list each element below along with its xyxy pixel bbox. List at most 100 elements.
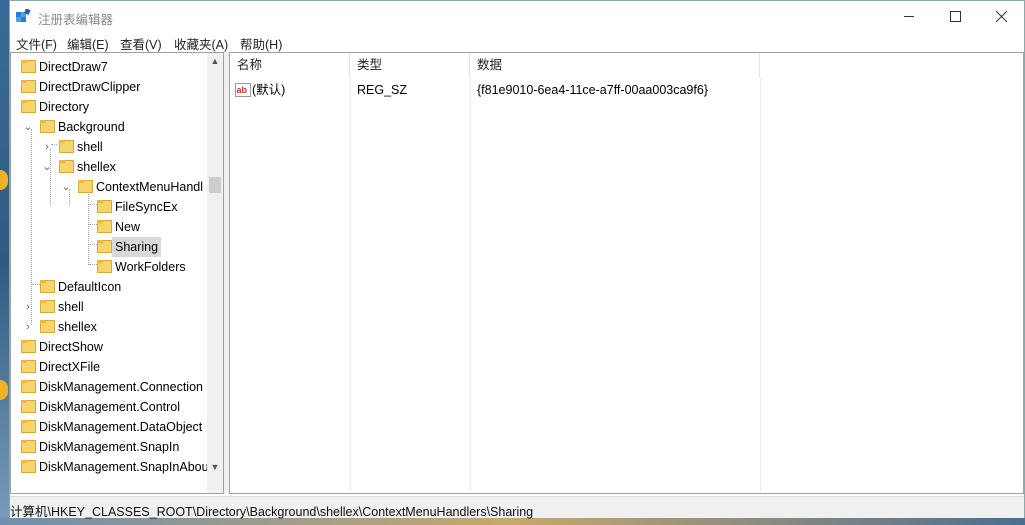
tree-node-label: DiskManagement.SnapInAbout (39, 460, 213, 474)
close-button[interactable] (978, 1, 1024, 31)
tree-node[interactable]: ⌄ ContextMenuHandl (11, 177, 207, 197)
desktop-background (0, 0, 9, 525)
chevron-down-icon[interactable]: ⌄ (41, 157, 53, 177)
folder-icon (97, 260, 112, 274)
tree-node-label: DiskManagement.Control (39, 400, 181, 414)
tree-node[interactable]: DiskManagement.Connection (11, 377, 207, 397)
folder-icon (21, 420, 36, 434)
tree-node[interactable]: › shell (11, 297, 207, 317)
tree-node-label: DiskManagement.SnapIn (39, 440, 180, 454)
minimize-button[interactable] (886, 1, 932, 31)
menu-edit[interactable]: 编辑(E) (67, 34, 109, 53)
menu-help[interactable]: 帮助(H) (240, 34, 282, 53)
folder-icon (21, 60, 36, 74)
menu-bar: 文件(F) 编辑(E) 查看(V) 收藏夹(A) 帮助(H) (10, 31, 1024, 53)
registry-editor-app-icon (16, 9, 31, 22)
chevron-right-icon[interactable]: › (22, 317, 34, 337)
column-header-type[interactable]: 类型 (350, 53, 470, 78)
tree-node-label: DirectShow (39, 340, 103, 354)
chevron-down-icon[interactable]: ⌄ (22, 117, 34, 137)
tree-node[interactable]: ⌄ Background (11, 117, 207, 137)
folder-icon (21, 400, 36, 414)
tree-node[interactable]: DirectXFile (11, 357, 207, 377)
menu-favorites[interactable]: 收藏夹(A) (174, 34, 228, 53)
tree-node-label: DefaultIcon (58, 280, 122, 294)
chevron-down-icon[interactable]: ⌄ (60, 177, 72, 197)
tree-node[interactable]: DiskManagement.SnapIn (11, 437, 207, 457)
tree-node-label: ContextMenuHandl (96, 180, 204, 194)
folder-icon (40, 320, 55, 334)
tree-node[interactable]: DiskManagement.SnapInAbout (11, 457, 212, 477)
tree-node[interactable]: DirectDraw7 (11, 57, 207, 77)
registry-values-list[interactable]: 名称 类型 数据 ab (默认) REG_SZ {f81e9010-6ea4-1… (229, 52, 1024, 494)
tree-node-label: DirectDrawClipper (39, 80, 141, 94)
tree-node-label: shell (58, 300, 84, 314)
column-header-name[interactable]: 名称 (230, 53, 350, 78)
tree-node[interactable]: DirectShow (11, 337, 207, 357)
tree-node-label: FileSyncEx (115, 200, 178, 214)
tree-node[interactable]: Sharing (11, 237, 207, 257)
folder-icon (59, 160, 74, 174)
folder-icon (40, 280, 55, 294)
tree-node-label: Sharing (112, 237, 162, 257)
string-value-icon: ab (235, 83, 251, 103)
tree-node[interactable]: DefaultIcon (11, 277, 207, 297)
tree-node[interactable]: FileSyncEx (11, 197, 207, 217)
scroll-thumb[interactable] (209, 177, 221, 193)
folder-icon (21, 80, 36, 94)
tree-node[interactable]: New (11, 217, 207, 237)
tree-node-label: DiskManagement.DataObject (39, 420, 203, 434)
svg-text:ab: ab (237, 85, 248, 95)
chevron-right-icon[interactable]: › (41, 137, 53, 157)
tree-node[interactable]: WorkFolders (11, 257, 207, 277)
tree-node-label: shellex (77, 160, 116, 174)
tree-node-label: shell (77, 140, 103, 154)
folder-icon (21, 100, 36, 114)
tree-node-label: DirectDraw7 (39, 60, 108, 74)
window-title: 注册表编辑器 (38, 13, 114, 27)
registry-editor-window: 注册表编辑器 文件(F) 编辑(E) 查看(V) 收藏夹(A) 帮助(H) Di… (9, 0, 1025, 520)
folder-icon (40, 300, 55, 314)
tree-node-label: New (115, 220, 141, 234)
column-header-data[interactable]: 数据 (470, 53, 760, 78)
column-divider (350, 78, 351, 493)
folder-icon (21, 440, 36, 454)
minimize-icon (903, 15, 914, 17)
folder-icon (97, 220, 112, 234)
value-name: (默认) (252, 83, 286, 97)
folder-icon (21, 460, 36, 474)
tree-node-label: DiskManagement.Connection (39, 380, 203, 394)
title-bar[interactable]: 注册表编辑器 (10, 1, 1024, 31)
tree-node[interactable]: ⌄ shellex (11, 157, 207, 177)
menu-view[interactable]: 查看(V) (120, 34, 162, 53)
scroll-down-icon[interactable]: ▼ (207, 459, 223, 476)
folder-icon (97, 240, 112, 254)
scroll-up-icon[interactable]: ▲ (207, 53, 223, 70)
tree-vertical-scrollbar[interactable]: ▲ ▼ (207, 53, 223, 493)
folder-icon (97, 200, 112, 214)
tree-node[interactable]: DirectDrawClipper (11, 77, 207, 97)
menu-file[interactable]: 文件(F) (16, 34, 57, 53)
tree-node[interactable]: › shell (11, 137, 207, 157)
folder-icon (78, 180, 93, 194)
value-type: REG_SZ (357, 83, 408, 97)
folder-icon (59, 140, 74, 154)
tree-node[interactable]: DiskManagement.DataObject (11, 417, 207, 437)
folder-icon (21, 340, 36, 354)
close-icon (995, 10, 1007, 22)
tree-node[interactable]: DiskManagement.Control (11, 397, 207, 417)
registry-value-row[interactable]: ab (默认) REG_SZ {f81e9010-6ea4-11ce-a7ff-… (230, 80, 1020, 100)
chevron-right-icon[interactable]: › (22, 297, 34, 317)
folder-icon (40, 120, 55, 134)
tree-node-label: Directory (39, 100, 90, 114)
maximize-button[interactable] (932, 1, 978, 31)
current-key-path[interactable]: 计算机\HKEY_CLASSES_ROOT\Directory\Backgrou… (10, 501, 533, 520)
column-divider (470, 78, 471, 493)
tree-node[interactable]: › shellex (11, 317, 207, 337)
tree-node[interactable]: Directory (11, 97, 207, 117)
folder-icon (21, 360, 36, 374)
column-divider (760, 78, 761, 493)
tree-node-label: WorkFolders (115, 260, 186, 274)
registry-key-tree[interactable]: DirectDraw7 DirectDrawClipper Directory ⌄ Ba… (10, 52, 224, 494)
folder-icon (21, 380, 36, 394)
